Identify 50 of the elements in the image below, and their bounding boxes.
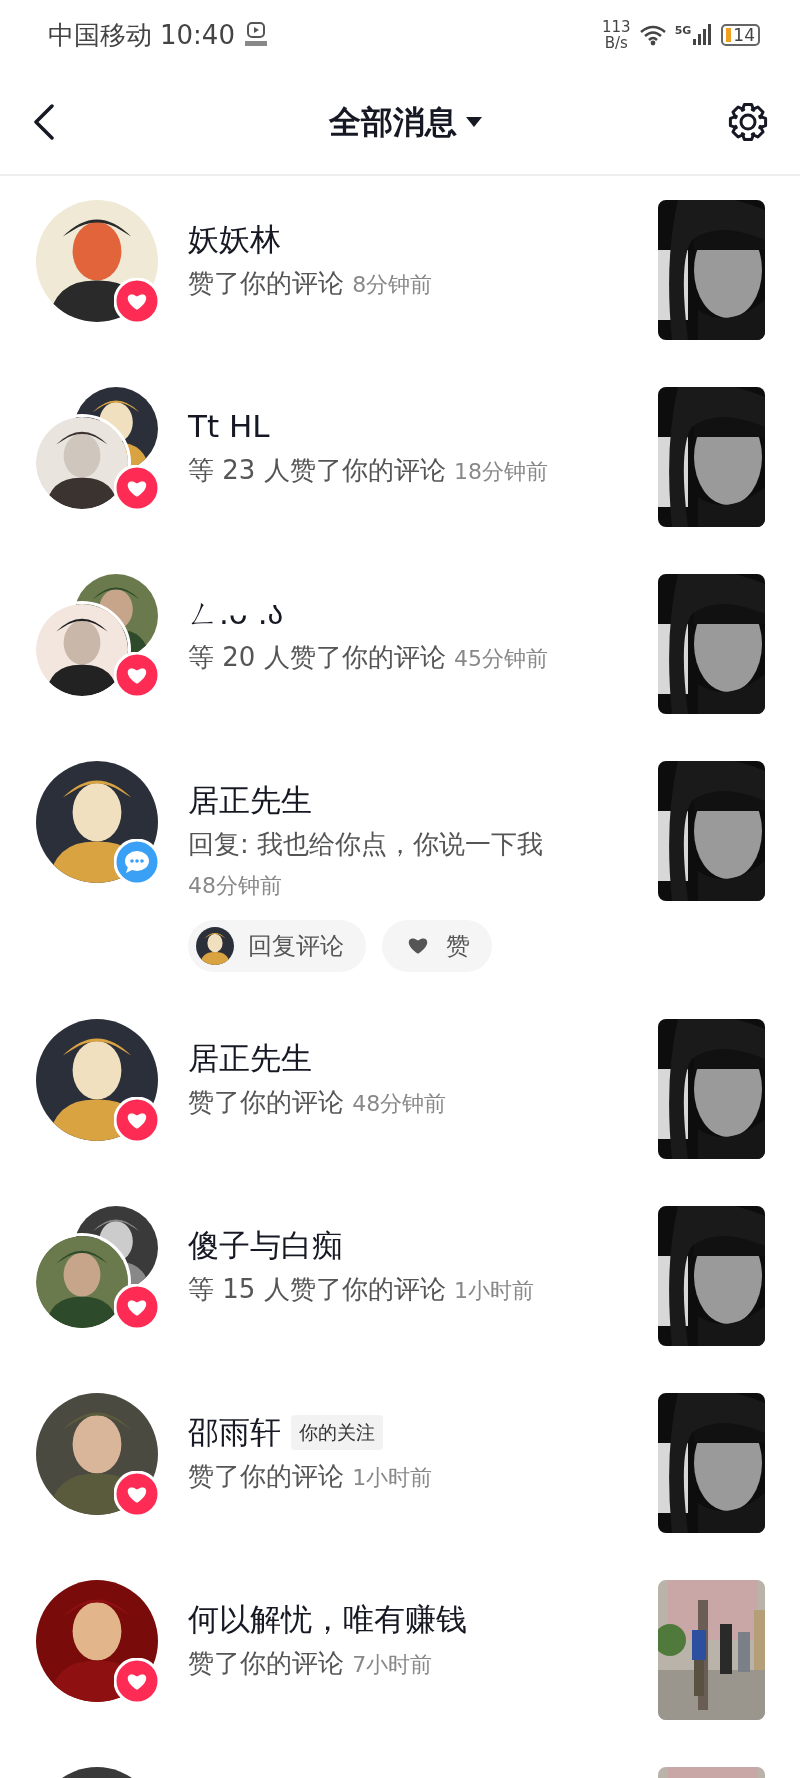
signal-icon — [691, 23, 714, 47]
network-speed: 113 — [602, 18, 631, 35]
heart-icon — [114, 465, 160, 511]
carrier-name: 中国移动 — [48, 18, 152, 52]
reply-comment-button[interactable]: 回复评论 — [188, 920, 366, 973]
notification-text: 等 20 人赞了你的评论 — [188, 641, 446, 672]
notification-text: 等 15 人赞了你的评论 — [188, 1273, 446, 1304]
timestamp: 8分钟前 — [352, 271, 433, 297]
timestamp: 18分钟前 — [453, 458, 548, 484]
notification-text: 等 23 人赞了你的评论 — [188, 454, 446, 485]
notification-text: 赞了你的评论 — [188, 267, 344, 298]
avatar-icon — [196, 927, 234, 966]
notification-text: 赞了你的评论 — [188, 1086, 344, 1117]
user-name[interactable]: ㄥ.ᴗ .ა — [188, 590, 284, 637]
notification-text: 赞了你的评论 — [188, 1647, 344, 1678]
wifi-icon — [638, 24, 667, 46]
like-button[interactable]: 赞 — [382, 920, 492, 973]
user-name[interactable]: 何以解忧，唯有赚钱 — [188, 1596, 467, 1643]
caret-icon — [465, 116, 483, 128]
title-dropdown[interactable]: 全部消息 — [299, 98, 483, 146]
timestamp: 45分钟前 — [453, 645, 548, 671]
user-name[interactable]: 傻子与白痴 — [188, 1222, 343, 1269]
user-name[interactable]: 居正先生 — [188, 777, 312, 824]
heart-icon — [114, 1658, 160, 1705]
user-name[interactable]: Tt HL — [188, 403, 270, 450]
settings-button[interactable] — [726, 100, 770, 144]
timestamp: 48分钟前 — [352, 1090, 447, 1116]
speed-unit: B/s — [603, 35, 629, 52]
notification-text: 回复: 我也给你点，你说一下我 — [188, 828, 544, 859]
clock-time: 10:40 — [160, 18, 235, 52]
following-tag: 你的关注 — [291, 1415, 383, 1450]
notification-text: 赞了你的评论 — [188, 1460, 344, 1491]
settings-icon — [726, 100, 770, 144]
timestamp: 7小时前 — [352, 1651, 433, 1677]
user-name[interactable]: 邵雨轩 — [188, 1409, 281, 1456]
back-button[interactable] — [32, 104, 56, 140]
heart-icon — [114, 1284, 160, 1331]
timestamp: 48分钟前 — [188, 872, 282, 898]
network-type: 5G — [674, 23, 692, 39]
heart-icon — [114, 652, 160, 698]
live-app-icon — [242, 21, 269, 49]
chat-bubble-icon — [114, 839, 160, 885]
heart-icon — [114, 1471, 160, 1518]
user-name[interactable]: 妖妖林 — [188, 216, 281, 263]
timestamp: 1小时前 — [453, 1277, 534, 1303]
timestamp: 1小时前 — [352, 1464, 433, 1490]
battery-indicator: 14 — [721, 24, 760, 46]
user-name[interactable]: 居正先生 — [188, 1035, 312, 1082]
heart-icon — [114, 1097, 160, 1144]
heart-icon — [114, 278, 160, 324]
